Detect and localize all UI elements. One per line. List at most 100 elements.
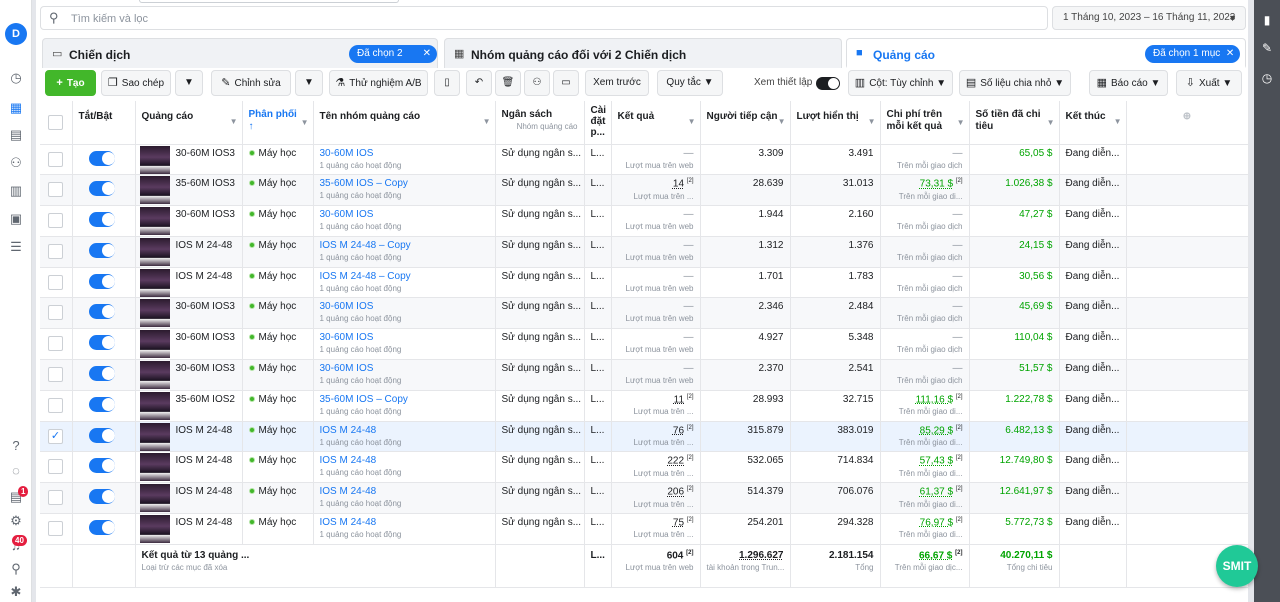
row-checkbox[interactable] <box>48 521 63 537</box>
adset-cell[interactable]: IOS M 24-48 – Copy 1 quảng cáo hoạt động <box>313 236 496 268</box>
ad-thumbnail[interactable] <box>139 299 170 328</box>
row-checkbox[interactable] <box>48 367 63 383</box>
ad-thumbnail[interactable] <box>139 453 170 482</box>
adset-cell[interactable]: 30-60M IOS 1 quảng cáo hoạt động <box>313 205 496 237</box>
column-header-delivery[interactable]: Phân phối ↑ ▼ <box>242 101 314 145</box>
avatar[interactable]: D <box>5 23 27 45</box>
view-setup-toggle[interactable] <box>816 77 840 90</box>
ad-thumbnail[interactable] <box>139 268 170 297</box>
ad-name[interactable]: 35-60M IOS3 <box>176 178 235 189</box>
rules-button[interactable]: Quy tắc ▼ <box>657 70 723 96</box>
ad-cell[interactable]: 30-60M IOS3 <box>135 205 243 237</box>
clipboard-button[interactable]: ▯ <box>434 70 460 96</box>
ad-thumbnail[interactable] <box>139 145 170 174</box>
clock-icon[interactable]: ◷ <box>1254 66 1280 90</box>
adset-link[interactable]: 30-60M IOS <box>320 301 489 312</box>
chart-icon[interactable]: ▮ <box>1254 8 1280 32</box>
row-select-cell[interactable] <box>40 174 73 207</box>
adset-link[interactable]: IOS M 24-48 <box>320 425 489 436</box>
row-checkbox[interactable] <box>48 305 63 321</box>
ad-on-off-toggle[interactable] <box>88 242 115 258</box>
table-row[interactable]: IOS M 24-48 Máy học IOS M 24-48 – Copy 1 qu… <box>40 236 1249 268</box>
table-row[interactable]: IOS M 24-48 Máy học IOS M 24-48 1 quảng cáo… <box>40 482 1249 515</box>
table-row[interactable]: 35-60M IOS2 Máy học 35-60M IOS – Copy 1 quả… <box>40 390 1249 422</box>
adset-cell[interactable]: IOS M 24-48 1 quảng cáo hoạt động <box>313 451 496 484</box>
ad-thumbnail[interactable] <box>139 422 170 451</box>
ad-cell[interactable]: 30-60M IOS3 <box>135 144 243 176</box>
adset-link[interactable]: 30-60M IOS <box>320 332 489 343</box>
row-checkbox[interactable] <box>48 243 63 259</box>
adset-link[interactable]: 35-60M IOS – Copy <box>320 394 489 405</box>
ads-manager-table-icon[interactable]: ▦ <box>6 98 26 118</box>
preview-button[interactable]: Xem trước <box>585 70 649 96</box>
table-row[interactable]: 30-60M IOS3 Máy học 30-60M IOS 1 quảng cáo … <box>40 205 1249 237</box>
adset-link[interactable]: 35-60M IOS – Copy <box>320 178 489 189</box>
adset-link[interactable]: IOS M 24-48 <box>320 486 489 497</box>
ad-cell[interactable]: 30-60M IOS3 <box>135 297 243 330</box>
ad-cell[interactable]: IOS M 24-48 <box>135 421 243 453</box>
column-header-budget[interactable]: Ngân sách Nhóm quảng cáo <box>495 101 585 145</box>
table-row[interactable]: ✓ IOS M 24-48 Máy học IOS M 24-48 1 quảng cá… <box>40 421 1249 453</box>
column-header-reach[interactable]: Người tiếp cận ▼ <box>700 101 791 145</box>
toggle-cell[interactable] <box>72 421 136 453</box>
row-select-cell[interactable] <box>40 359 73 391</box>
ad-on-off-toggle[interactable] <box>88 520 115 536</box>
ad-on-off-toggle[interactable] <box>88 366 115 382</box>
ad-name[interactable]: 35-60M IOS2 <box>176 394 235 405</box>
column-header-impressions[interactable]: Lượt hiển thị ▼ <box>790 101 881 145</box>
row-select-cell[interactable] <box>40 205 73 237</box>
row-checkbox[interactable]: ✓ <box>48 428 63 444</box>
table-row[interactable]: IOS M 24-48 Máy học IOS M 24-48 1 quảng cáo… <box>40 513 1249 545</box>
column-header-ends[interactable]: Kết thúc ▼ <box>1059 101 1127 145</box>
pencil-icon[interactable]: ✎ <box>1254 36 1280 60</box>
row-checkbox[interactable] <box>48 213 63 229</box>
adset-cell[interactable]: 35-60M IOS – Copy 1 quảng cáo hoạt động <box>313 390 496 422</box>
add-column-icon[interactable]: ⊕ <box>1183 111 1191 122</box>
edit-button[interactable]: ✎ Chỉnh sửa <box>211 70 291 96</box>
ad-on-off-toggle[interactable] <box>88 458 115 474</box>
adset-cell[interactable]: 35-60M IOS – Copy 1 quảng cáo hoạt động <box>313 174 496 207</box>
table-row[interactable]: 35-60M IOS3 Máy học 35-60M IOS – Copy 1 quả… <box>40 174 1249 207</box>
columns-button[interactable]: ▥ Cột: Tùy chỉnh ▼ <box>848 70 953 96</box>
column-header-adset[interactable]: Tên nhóm quảng cáo ▼ <box>313 101 496 145</box>
toggle-cell[interactable] <box>72 144 136 176</box>
column-header-toggle[interactable]: Tắt/Bật <box>72 101 136 145</box>
toggle-cell[interactable] <box>72 451 136 484</box>
column-header-spent[interactable]: Số tiền đã chi tiêu ▼ <box>969 101 1060 145</box>
column-header-cpr[interactable]: Chi phí trên mỗi kết quả ▼ <box>880 101 970 145</box>
column-header-setting[interactable]: Cài đặt p... <box>584 101 612 145</box>
ad-cell[interactable]: IOS M 24-48 <box>135 267 243 299</box>
ad-cell[interactable]: IOS M 24-48 <box>135 513 243 545</box>
ad-thumbnail[interactable] <box>139 361 170 390</box>
table-row[interactable]: IOS M 24-48 Máy học IOS M 24-48 1 quảng cáo… <box>40 451 1249 484</box>
table-row[interactable]: 30-60M IOS3 Máy học 30-60M IOS 1 quảng cáo … <box>40 328 1249 361</box>
ad-on-off-toggle[interactable] <box>88 181 115 197</box>
adset-cell[interactable]: IOS M 24-48 – Copy 1 quảng cáo hoạt động <box>313 267 496 299</box>
ad-on-off-toggle[interactable] <box>88 335 115 351</box>
tab-campaigns[interactable]: ▭ Chiến dịch Đã chọn 2 mục ✕ <box>42 38 438 77</box>
adset-cell[interactable]: IOS M 24-48 1 quảng cáo hoạt động <box>313 421 496 453</box>
add-column-header[interactable]: ⊕ <box>1126 101 1249 145</box>
adset-link[interactable]: 30-60M IOS <box>320 209 489 220</box>
toggle-cell[interactable] <box>72 297 136 330</box>
row-checkbox[interactable] <box>48 274 63 290</box>
row-select-cell[interactable] <box>40 297 73 330</box>
ad-name[interactable]: 30-60M IOS3 <box>176 148 235 159</box>
ad-name[interactable]: 30-60M IOS3 <box>176 363 235 374</box>
ad-name[interactable]: IOS M 24-48 <box>176 425 233 436</box>
ad-thumbnail[interactable] <box>139 391 170 420</box>
column-header-results[interactable]: Kết quả ▼ <box>611 101 701 145</box>
row-checkbox[interactable] <box>48 397 63 413</box>
table-row[interactable]: 30-60M IOS3 Máy học 30-60M IOS 1 quảng cáo … <box>40 297 1249 330</box>
catalog-icon[interactable]: ▥ <box>6 181 26 201</box>
adset-cell[interactable]: IOS M 24-48 1 quảng cáo hoạt động <box>313 513 496 545</box>
row-checkbox[interactable] <box>48 182 63 198</box>
toggle-cell[interactable] <box>72 205 136 237</box>
ad-on-off-toggle[interactable] <box>88 150 115 166</box>
help-icon[interactable]: ? <box>6 436 26 456</box>
ad-on-off-toggle[interactable] <box>88 396 115 412</box>
toggle-cell[interactable] <box>72 390 136 422</box>
pages-icon[interactable]: ▤ <box>6 125 26 145</box>
bug-report-icon[interactable]: ✱ <box>6 582 26 602</box>
audience-icon[interactable]: ⚇ <box>6 153 26 173</box>
